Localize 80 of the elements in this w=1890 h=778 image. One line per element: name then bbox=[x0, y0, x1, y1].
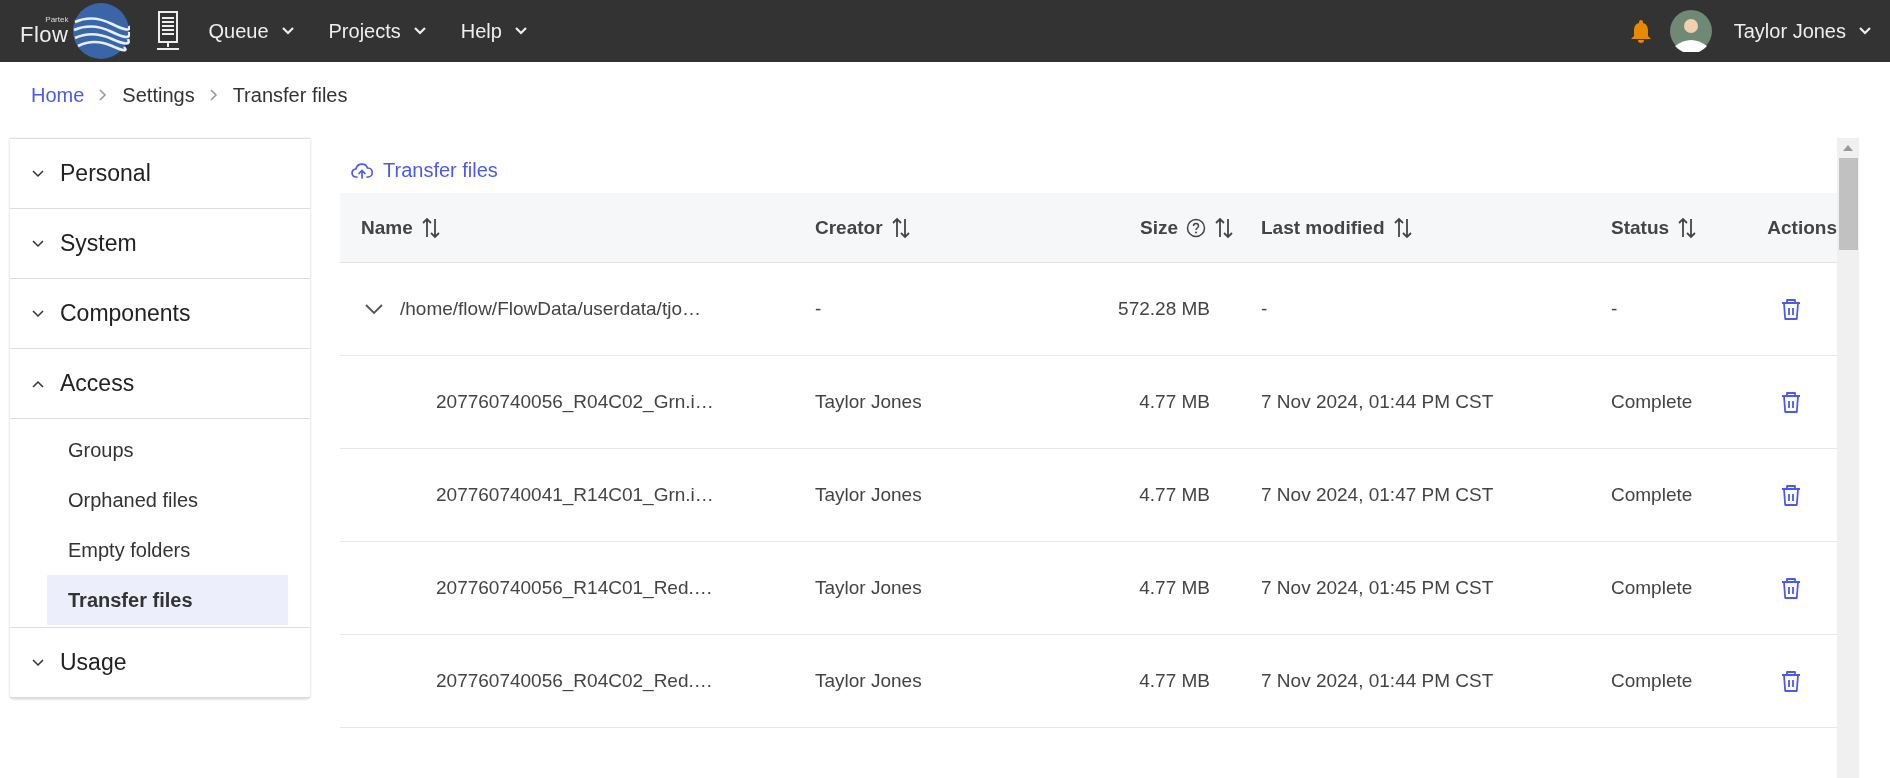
column-header: Actions bbox=[1766, 216, 1837, 239]
sort-icon[interactable] bbox=[420, 216, 441, 239]
chevron-down-icon bbox=[364, 303, 384, 315]
chevron-down-icon bbox=[32, 309, 44, 318]
sort-icon[interactable] bbox=[890, 216, 911, 239]
file-name: 207760740056_R14C01_Red.… bbox=[436, 577, 713, 599]
chevron-down-icon bbox=[280, 26, 295, 36]
chevron-down-icon bbox=[32, 169, 44, 178]
delete-icon[interactable] bbox=[1780, 669, 1802, 693]
delete-icon[interactable] bbox=[1780, 390, 1802, 414]
nav-menu[interactable]: Queue bbox=[208, 19, 295, 43]
table-cell: - bbox=[1261, 298, 1268, 320]
delete-icon[interactable] bbox=[1780, 297, 1802, 321]
transfer-files-link[interactable]: Transfer files bbox=[340, 138, 498, 193]
sidebar-item[interactable]: Transfer files bbox=[47, 575, 288, 625]
table-cell: - bbox=[815, 298, 822, 320]
table-cell: 572.28 MB bbox=[1118, 298, 1210, 320]
app-logo[interactable]: Partek Flow bbox=[20, 2, 131, 60]
sidebar-item[interactable]: Groups bbox=[47, 425, 288, 475]
sidebar-section[interactable]: System bbox=[10, 209, 310, 279]
table-cell: 4.77 MB bbox=[1139, 670, 1210, 692]
bell-icon[interactable] bbox=[1629, 19, 1652, 43]
sort-icon[interactable] bbox=[1214, 216, 1234, 239]
column-header[interactable]: Size bbox=[1110, 216, 1240, 239]
file-name: 207760740056_R04C02_Grn.i… bbox=[436, 391, 714, 413]
chevron-down-icon bbox=[32, 239, 44, 248]
chevron-right-icon bbox=[98, 88, 109, 102]
table-cell: Complete bbox=[1611, 577, 1693, 599]
delete-icon[interactable] bbox=[1780, 483, 1802, 507]
sort-icon[interactable] bbox=[1677, 216, 1698, 239]
sidebar-item[interactable]: Orphaned files bbox=[47, 475, 288, 525]
wave-globe-icon bbox=[72, 2, 131, 60]
column-header[interactable]: Name bbox=[340, 216, 790, 239]
chevron-down-icon bbox=[513, 26, 528, 36]
table-cell: Complete bbox=[1611, 670, 1693, 692]
chevron-right-icon bbox=[208, 88, 219, 102]
user-menu[interactable]: Taylor Jones bbox=[1733, 19, 1872, 43]
table-cell: Complete bbox=[1611, 484, 1693, 506]
breadcrumb-item: Settings bbox=[122, 83, 195, 107]
chevron-up-icon bbox=[32, 379, 44, 388]
chevron-down-icon bbox=[1858, 26, 1872, 36]
avatar-icon[interactable] bbox=[1669, 10, 1712, 52]
table-cell: Taylor Jones bbox=[815, 391, 922, 413]
help-icon[interactable] bbox=[1186, 217, 1206, 238]
file-name: 207760740041_R14C01_Grn.i… bbox=[436, 484, 714, 506]
table-cell: 7 Nov 2024, 01:45 PM CST bbox=[1261, 577, 1494, 599]
table-cell: 4.77 MB bbox=[1139, 391, 1210, 413]
table-cell: - bbox=[1611, 298, 1618, 320]
table-cell: Taylor Jones bbox=[815, 577, 922, 599]
sort-icon[interactable] bbox=[1392, 216, 1413, 239]
table-cell: 7 Nov 2024, 01:44 PM CST bbox=[1261, 670, 1494, 692]
table-cell: 4.77 MB bbox=[1139, 577, 1210, 599]
file-name: /home/flow/FlowData/userdata/tjo… bbox=[400, 298, 701, 320]
chevron-down-icon bbox=[32, 658, 44, 667]
column-header[interactable]: Status bbox=[1590, 216, 1745, 239]
table-cell: 7 Nov 2024, 01:47 PM CST bbox=[1261, 484, 1494, 506]
column-header[interactable]: Last modified bbox=[1240, 216, 1590, 239]
sidebar-section[interactable]: Usage bbox=[10, 628, 310, 698]
breadcrumb-item[interactable]: Home bbox=[31, 83, 85, 107]
table-cell: 7 Nov 2024, 01:44 PM CST bbox=[1261, 391, 1494, 413]
table-cell: Taylor Jones bbox=[815, 670, 922, 692]
delete-icon[interactable] bbox=[1780, 576, 1802, 600]
expand-toggle[interactable] bbox=[364, 303, 384, 315]
table-cell: Complete bbox=[1611, 391, 1693, 413]
scrollbar[interactable] bbox=[1837, 138, 1859, 778]
breadcrumb-item: Transfer files bbox=[232, 83, 348, 107]
sidebar-section[interactable]: Access bbox=[10, 349, 310, 419]
file-name: 207760740056_R04C02_Red.… bbox=[436, 670, 713, 692]
column-header[interactable]: Creator bbox=[790, 216, 1110, 239]
nav-menu[interactable]: Projects bbox=[328, 19, 427, 43]
nav-menu[interactable]: Help bbox=[460, 19, 528, 43]
table-cell: 4.77 MB bbox=[1139, 484, 1210, 506]
table-cell: Taylor Jones bbox=[815, 484, 922, 506]
cloud-upload-icon bbox=[351, 161, 373, 180]
sidebar-item[interactable]: Empty folders bbox=[47, 525, 288, 575]
chevron-down-icon bbox=[412, 26, 427, 36]
server-icon[interactable] bbox=[156, 11, 181, 51]
sidebar-section[interactable]: Components bbox=[10, 279, 310, 349]
scrollbar-thumb[interactable] bbox=[1838, 158, 1858, 250]
sidebar-section[interactable]: Personal bbox=[10, 139, 310, 209]
